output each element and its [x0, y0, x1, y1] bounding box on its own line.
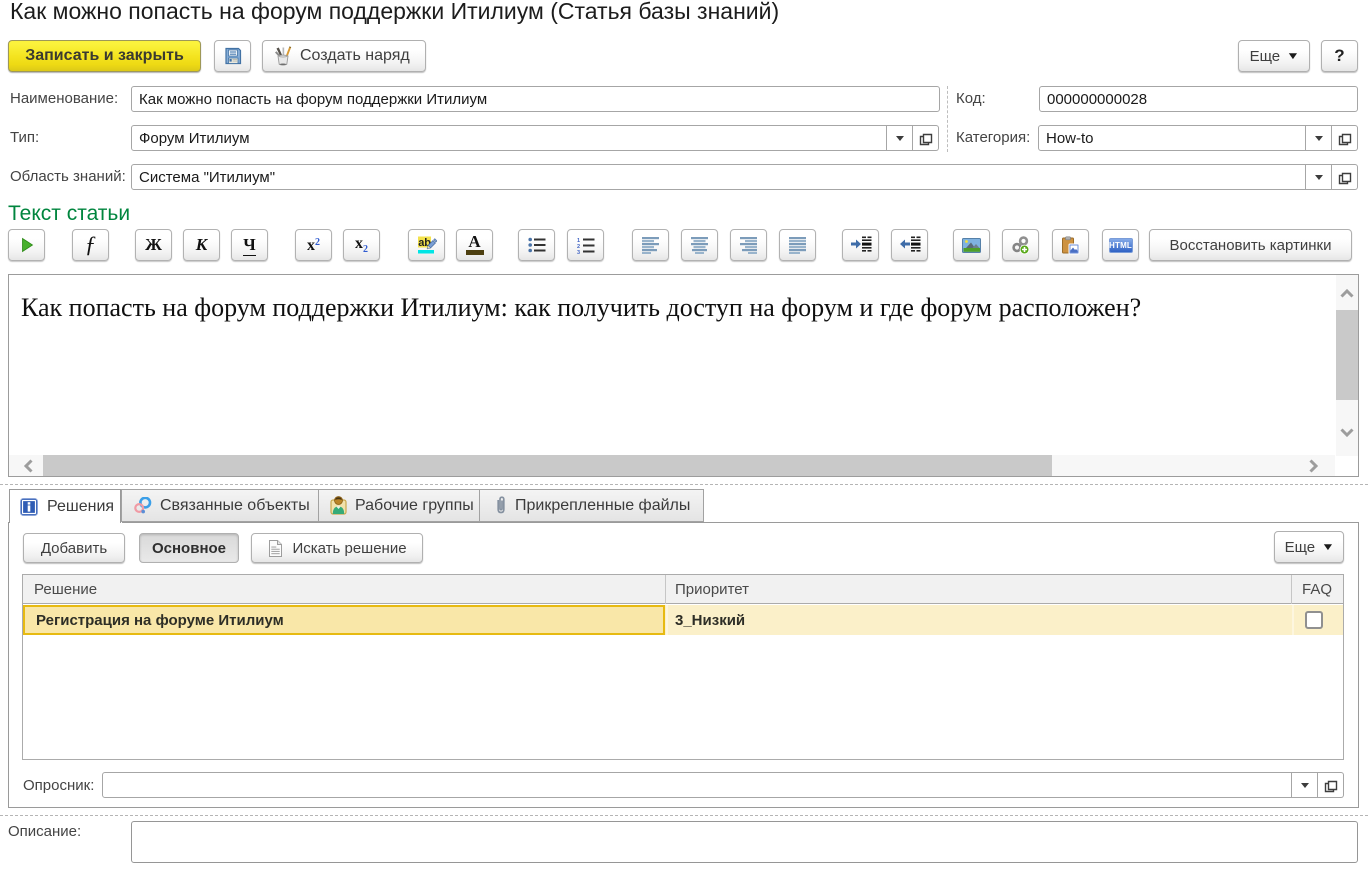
- svg-text:3: 3: [577, 250, 580, 254]
